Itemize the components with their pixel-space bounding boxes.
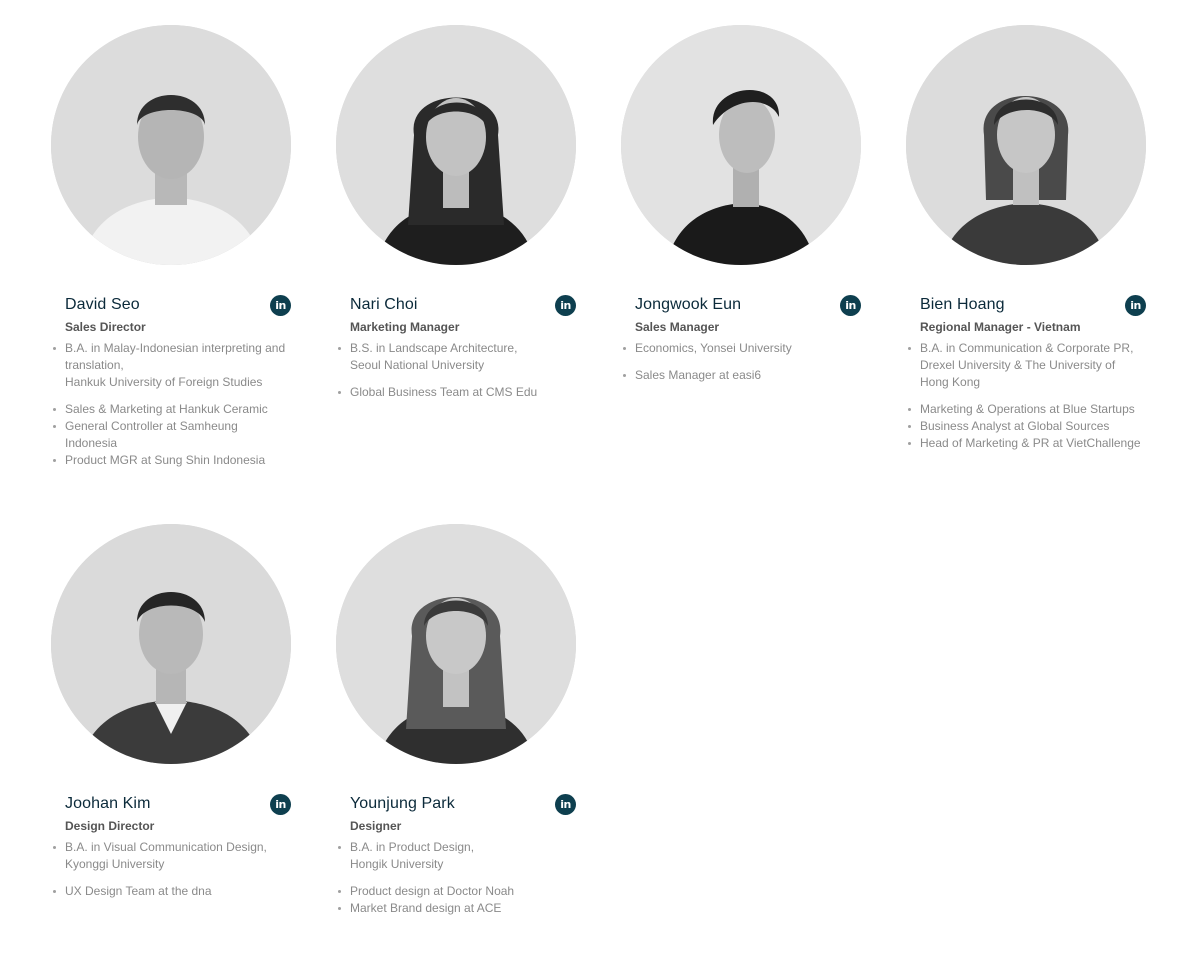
team-member-card: Jongwook Eun in Sales Manager Economics,… — [621, 25, 861, 524]
education-line: Hongik University — [350, 857, 444, 871]
member-name-row: Jongwook Eun in — [621, 294, 861, 316]
member-role: Marketing Manager — [350, 320, 460, 334]
education-item: Economics, Yonsei University — [623, 340, 861, 357]
portrait-photo — [51, 25, 291, 265]
team-grid: David Seo in Sales Director B.A. in Mala… — [51, 25, 1161, 944]
education-item: B.A. in Product Design, Hongik University — [338, 839, 576, 873]
portrait-silhouette — [336, 524, 576, 764]
portrait-photo — [336, 25, 576, 265]
team-member-card: Joohan Kim in Design Director B.A. in Vi… — [51, 524, 291, 944]
member-role: Sales Manager — [635, 320, 720, 334]
experience-item: Marketing & Operations at Blue Startups — [908, 401, 1146, 418]
experience-list: Global Business Team at CMS Edu — [336, 384, 576, 401]
portrait-silhouette — [621, 25, 861, 265]
linkedin-icon[interactable]: in — [1125, 295, 1146, 316]
education-list: B.S. in Landscape Architecture, Seoul Nat… — [336, 340, 576, 374]
member-name-row: Younjung Park in — [336, 793, 576, 815]
portrait-silhouette — [906, 25, 1146, 265]
linkedin-icon[interactable]: in — [840, 295, 861, 316]
education-line: B.A. in Malay-Indonesian interpreting an… — [65, 341, 286, 372]
member-name: Bien Hoang — [920, 296, 1005, 313]
experience-item: Product design at Doctor Noah — [338, 883, 576, 900]
education-line: Drexel University & The University of Ho… — [920, 358, 1116, 389]
member-name-row: David Seo in — [51, 294, 291, 316]
member-name: Younjung Park — [350, 795, 455, 812]
portrait-photo — [336, 524, 576, 764]
education-list: B.A. in Malay-Indonesian interpreting an… — [51, 340, 291, 391]
experience-list: Sales & Marketing at Hankuk Ceramic Gene… — [51, 401, 291, 469]
experience-item: Market Brand design at ACE — [338, 900, 576, 917]
linkedin-icon[interactable]: in — [270, 794, 291, 815]
education-item: B.A. in Communication & Corporate PR, Dre… — [908, 340, 1146, 391]
portrait-silhouette — [336, 25, 576, 265]
education-line: B.S. in Landscape Architecture, — [350, 341, 518, 355]
experience-list: UX Design Team at the dna — [51, 883, 291, 900]
member-name-row: Joohan Kim in — [51, 793, 291, 815]
education-line: B.A. in Visual Communication Design, — [65, 840, 267, 854]
experience-list: Sales Manager at easi6 — [621, 367, 861, 384]
experience-item: Business Analyst at Global Sources — [908, 418, 1146, 435]
education-line: Seoul National University — [350, 358, 485, 372]
education-item: B.A. in Malay-Indonesian interpreting an… — [53, 340, 291, 391]
portrait-silhouette — [51, 25, 291, 265]
team-member-card: Nari Choi in Marketing Manager B.S. in L… — [336, 25, 576, 524]
education-list: B.A. in Visual Communication Design, Kyon… — [51, 839, 291, 873]
experience-item: Sales & Marketing at Hankuk Ceramic — [53, 401, 291, 418]
team-member-card: David Seo in Sales Director B.A. in Mala… — [51, 25, 291, 524]
member-name: Nari Choi — [350, 296, 418, 313]
experience-item: General Controller at Samheung Indonesia — [53, 418, 291, 452]
member-role: Designer — [350, 819, 402, 833]
member-role: Design Director — [65, 819, 155, 833]
experience-item: Head of Marketing & PR at VietChallenge — [908, 435, 1146, 452]
education-line: B.A. in Communication & Corporate PR, — [920, 341, 1134, 355]
education-list: B.A. in Communication & Corporate PR, Dre… — [906, 340, 1146, 391]
portrait-photo — [621, 25, 861, 265]
linkedin-icon[interactable]: in — [555, 295, 576, 316]
experience-item: Product MGR at Sung Shin Indonesia — [53, 452, 291, 469]
experience-list: Marketing & Operations at Blue Startups … — [906, 401, 1146, 452]
experience-item: UX Design Team at the dna — [53, 883, 291, 900]
linkedin-icon[interactable]: in — [555, 794, 576, 815]
education-list: Economics, Yonsei University — [621, 340, 861, 357]
portrait-photo — [906, 25, 1146, 265]
education-item: B.A. in Visual Communication Design, Kyon… — [53, 839, 291, 873]
experience-list: Product design at Doctor Noah Market Bra… — [336, 883, 576, 917]
member-role: Regional Manager - Vietnam — [920, 320, 1081, 334]
education-line: B.A. in Product Design, — [350, 840, 475, 854]
member-name: David Seo — [65, 296, 140, 313]
education-line: Kyonggi University — [65, 857, 165, 871]
portrait-photo — [51, 524, 291, 764]
portrait-silhouette — [51, 524, 291, 764]
team-member-card: Bien Hoang in Regional Manager - Vietnam… — [906, 25, 1146, 524]
experience-item: Global Business Team at CMS Edu — [338, 384, 576, 401]
experience-item: Sales Manager at easi6 — [623, 367, 861, 384]
education-list: B.A. in Product Design, Hongik University — [336, 839, 576, 873]
member-name-row: Nari Choi in — [336, 294, 576, 316]
member-role: Sales Director — [65, 320, 146, 334]
linkedin-icon[interactable]: in — [270, 295, 291, 316]
education-item: B.S. in Landscape Architecture, Seoul Nat… — [338, 340, 576, 374]
member-name-row: Bien Hoang in — [906, 294, 1146, 316]
member-name: Jongwook Eun — [635, 296, 742, 313]
member-name: Joohan Kim — [65, 795, 151, 812]
team-member-card: Younjung Park in Designer B.A. in Produc… — [336, 524, 576, 944]
education-line: Hankuk University of Foreign Studies — [65, 375, 263, 389]
